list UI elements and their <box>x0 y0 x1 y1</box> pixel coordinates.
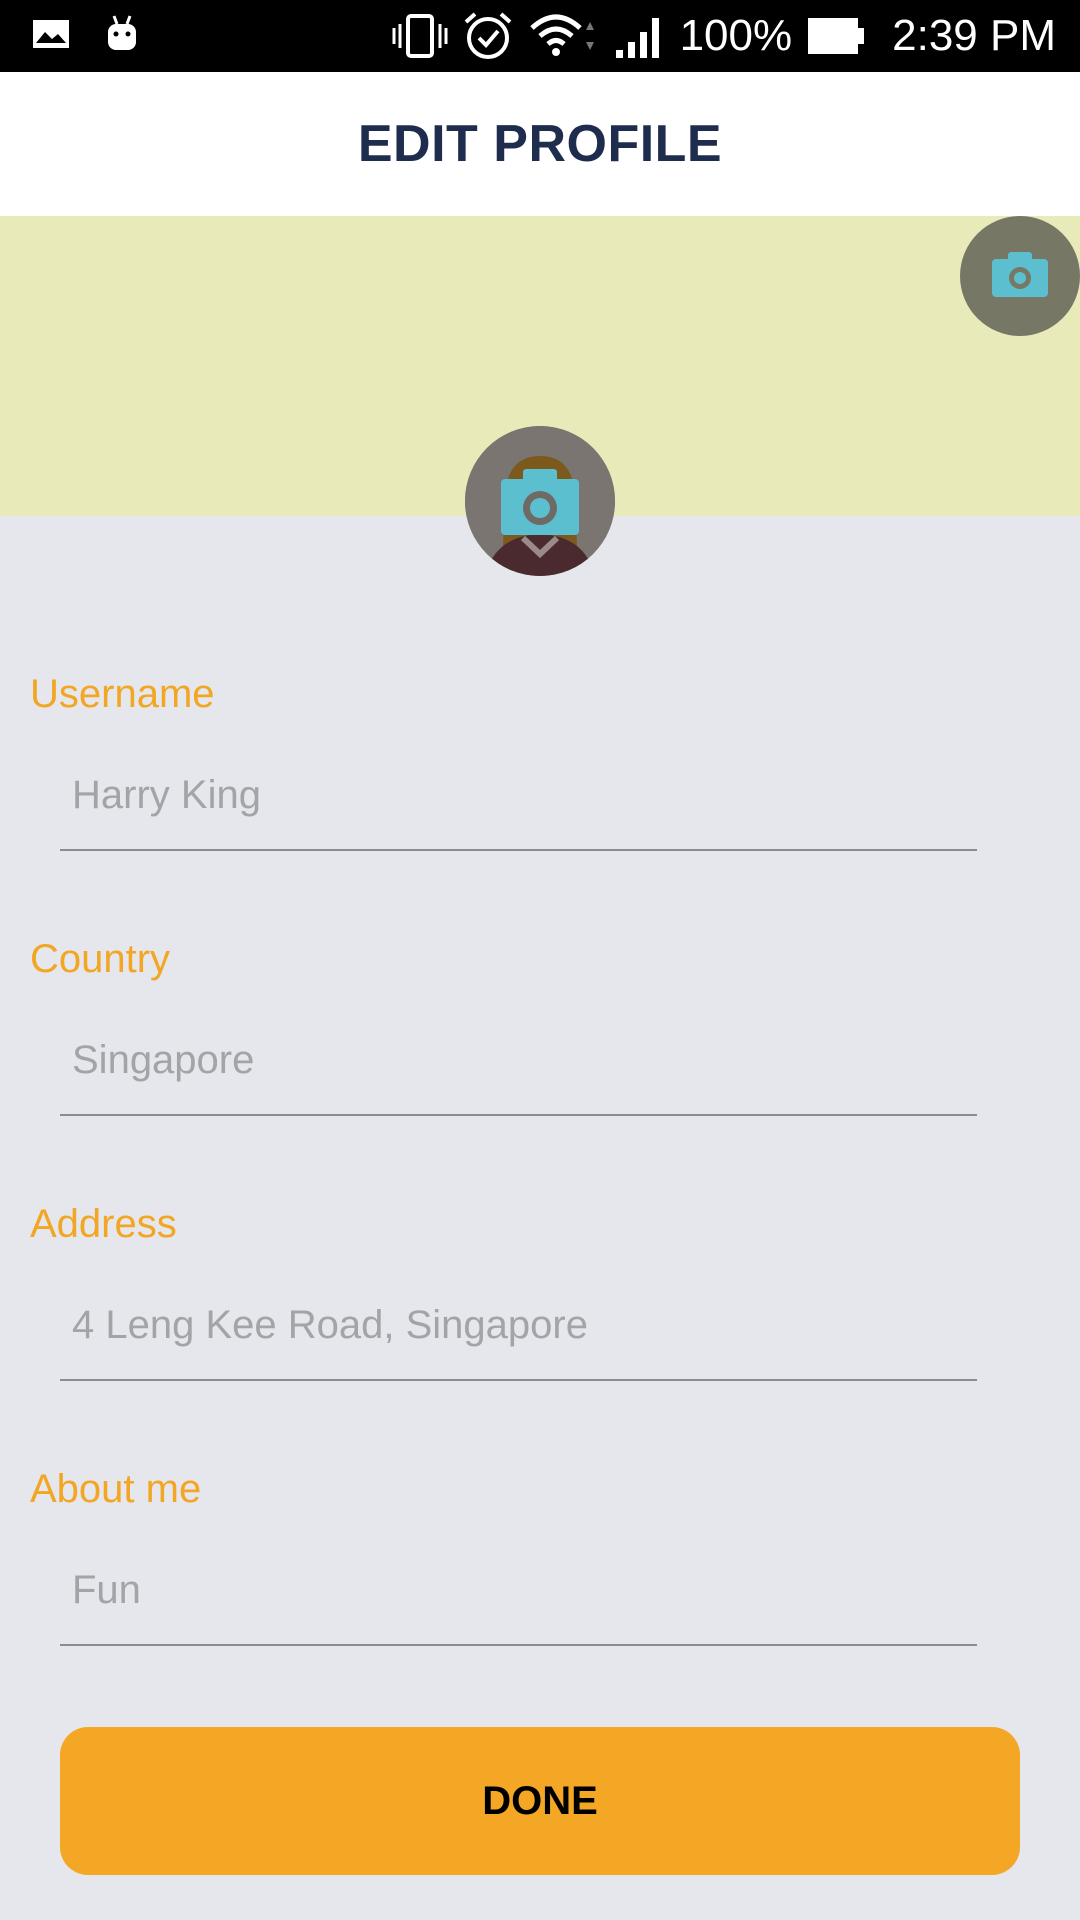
battery-icon <box>806 16 866 56</box>
username-label: Username <box>30 672 215 716</box>
country-field[interactable] <box>60 1006 977 1116</box>
address-field[interactable] <box>60 1271 977 1381</box>
clock: 2:39 PM <box>892 11 1056 60</box>
camera-icon <box>990 249 1050 304</box>
about-me-field[interactable] <box>60 1536 977 1646</box>
avatar[interactable] <box>465 426 615 576</box>
header: EDIT PROFILE <box>0 72 1080 216</box>
page-title: EDIT PROFILE <box>357 115 723 173</box>
change-cover-button[interactable] <box>960 216 1080 336</box>
android-notification-icon <box>104 14 140 54</box>
alarm-icon <box>462 10 514 62</box>
gallery-notification-icon <box>32 19 70 49</box>
status-bar: 100% 2:39 PM <box>0 0 1080 72</box>
country-label: Country <box>30 937 171 981</box>
username-field[interactable] <box>60 741 977 851</box>
about-me-label: About me <box>30 1467 202 1511</box>
done-button[interactable]: DONE <box>60 1727 1020 1875</box>
signal-icon <box>614 12 666 60</box>
camera-icon <box>499 465 581 537</box>
battery-percent: 100% <box>679 11 793 60</box>
address-label: Address <box>30 1202 177 1246</box>
vibrate-icon <box>392 12 448 60</box>
edit-profile-screen: 100% 2:39 PM EDIT PROFILE Username Harry… <box>0 0 1080 1920</box>
wifi-icon <box>528 12 600 60</box>
avatar-camera-overlay <box>465 426 615 576</box>
